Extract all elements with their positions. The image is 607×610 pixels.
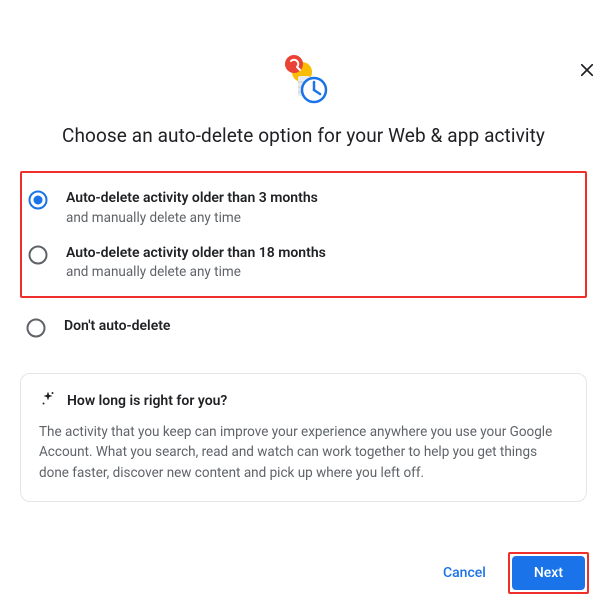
close-icon: [578, 61, 596, 79]
option-title: Auto-delete activity older than 18 month…: [66, 244, 326, 264]
option-18-months[interactable]: Auto-delete activity older than 18 month…: [22, 235, 585, 290]
page-title: Choose an auto-delete option for your We…: [0, 124, 607, 147]
radio-icon-unselected: [26, 318, 46, 338]
info-body: The activity that you keep can improve y…: [39, 422, 568, 483]
close-button[interactable]: [575, 58, 599, 82]
dialog-footer: Cancel Next: [429, 552, 589, 594]
radio-icon-selected: [28, 190, 48, 210]
highlighted-options: Auto-delete activity older than 3 months…: [20, 171, 587, 298]
option-subtitle: and manually delete any time: [66, 210, 318, 226]
cancel-button[interactable]: Cancel: [429, 557, 500, 589]
option-title: Don't auto-delete: [64, 317, 170, 337]
option-3-months[interactable]: Auto-delete activity older than 3 months…: [22, 180, 585, 235]
sparkle-icon: [39, 390, 57, 412]
hero-icon-container: [0, 50, 607, 106]
radio-icon-unselected: [28, 245, 48, 265]
next-button-highlight: Next: [508, 552, 589, 594]
next-button[interactable]: Next: [512, 556, 585, 590]
option-title: Auto-delete activity older than 3 months: [66, 189, 318, 209]
options-list: Auto-delete activity older than 3 months…: [0, 171, 607, 347]
option-no-delete[interactable]: Don't auto-delete: [20, 308, 587, 347]
clock-hero-icon: [276, 50, 332, 106]
info-card: How long is right for you? The activity …: [20, 373, 587, 502]
info-title: How long is right for you?: [67, 393, 227, 409]
option-subtitle: and manually delete any time: [66, 264, 326, 280]
